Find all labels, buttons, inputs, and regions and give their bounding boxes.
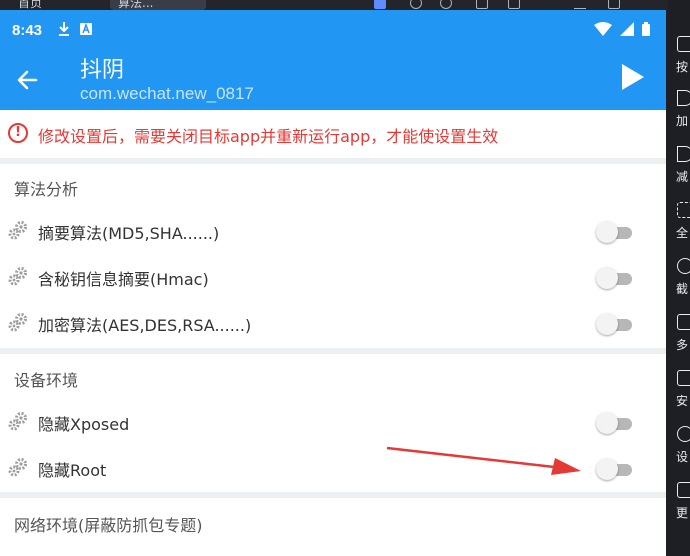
more-icon	[677, 482, 690, 498]
close-icon[interactable]	[640, 0, 652, 9]
download-icon	[59, 22, 69, 36]
app-bar: 8:43 抖阴 com.wechat.new_0817	[0, 10, 666, 110]
signal-icon	[620, 22, 634, 36]
gears-icon	[8, 412, 27, 431]
warning-text: 修改设置后，需要关闭目标app并重新运行app，才能使设置生效	[38, 127, 499, 146]
setting-label: 隐藏Xposed	[38, 415, 130, 434]
user-icon[interactable]	[440, 0, 452, 9]
gears-icon	[8, 221, 27, 240]
status-notifications	[58, 22, 92, 36]
fullscreen-icon	[677, 202, 690, 218]
battery-icon	[642, 22, 650, 36]
maximize-icon[interactable]	[608, 0, 620, 9]
section-header-device: 设备环境	[14, 371, 79, 390]
toolbar-keyboard[interactable]: 按	[668, 36, 690, 80]
apk-icon	[677, 370, 690, 386]
toggle-switch[interactable]	[596, 267, 634, 289]
emulator-window: 首页 算法... 8:43 抖阴 com.wechat.new_0817 ! 修…	[0, 0, 690, 556]
multi-window-icon	[677, 314, 690, 330]
toolbar-more[interactable]: 更	[668, 482, 690, 526]
tab-active-app[interactable]: 算法...	[110, 0, 206, 10]
toolbar-screenshot[interactable]: 截	[668, 258, 690, 302]
section-header-network: 网络环境(屏蔽防抓包专题)	[14, 516, 203, 535]
divider	[0, 492, 666, 498]
toggle-switch[interactable]	[596, 221, 634, 243]
settings-icon	[677, 426, 690, 442]
emulator-toolbar: 按 加 减 全 截 多 安 设 更	[668, 0, 690, 556]
volume-up-icon	[677, 90, 690, 106]
setting-row-encryption[interactable]: 加密算法(AES,DES,RSA......)	[0, 300, 666, 346]
setting-label: 隐藏Root	[38, 461, 107, 480]
menu-icon[interactable]	[508, 0, 520, 9]
window-icon[interactable]	[476, 0, 488, 9]
setting-row-hide-xposed[interactable]: 隐藏Xposed	[0, 399, 666, 445]
shortcut-icon[interactable]	[374, 0, 386, 9]
android-screen: 8:43 抖阴 com.wechat.new_0817 ! 修改设置后，需要关闭…	[0, 10, 666, 556]
alert-icon: !	[8, 123, 28, 143]
status-time: 8:43	[12, 22, 43, 39]
warning-banner: ! 修改设置后，需要关闭目标app并重新运行app，才能使设置生效	[0, 110, 666, 158]
toolbar-settings[interactable]: 设	[668, 426, 690, 470]
status-system-icons	[594, 22, 650, 36]
scissors-icon	[677, 258, 690, 274]
gears-icon	[8, 267, 27, 286]
toggle-switch[interactable]	[596, 458, 634, 480]
section-header-algorithm: 算法分析	[14, 180, 79, 199]
setting-row-hmac[interactable]: 含秘钥信息摘要(Hmac)	[0, 254, 666, 300]
tab-home[interactable]: 首页	[18, 0, 42, 10]
divider	[0, 348, 666, 354]
toolbar-volume-up[interactable]: 加	[668, 90, 690, 134]
a-badge-icon	[80, 23, 92, 35]
app-package-name: com.wechat.new_0817	[80, 84, 254, 103]
divider	[0, 158, 666, 164]
setting-label: 加密算法(AES,DES,RSA......)	[38, 316, 252, 335]
back-arrow-icon[interactable]	[14, 66, 42, 94]
wifi-icon	[594, 22, 612, 36]
emulator-tab-strip: 首页 算法...	[0, 0, 668, 10]
gears-icon	[8, 458, 27, 477]
toggle-switch[interactable]	[596, 313, 634, 335]
toolbar-multi-instance[interactable]: 多	[668, 314, 690, 358]
wallet-icon[interactable]	[410, 0, 422, 9]
app-title: 抖阴	[80, 58, 125, 83]
toolbar-volume-down[interactable]: 减	[668, 146, 690, 190]
play-icon[interactable]	[620, 62, 646, 92]
toggle-switch[interactable]	[596, 412, 634, 434]
volume-down-icon	[677, 146, 690, 162]
toolbar-install[interactable]: 安	[668, 370, 690, 414]
setting-row-hide-root[interactable]: 隐藏Root	[0, 445, 666, 491]
toolbar-fullscreen[interactable]: 全	[668, 202, 690, 246]
setting-label: 摘要算法(MD5,SHA......)	[38, 224, 220, 243]
setting-label: 含秘钥信息摘要(Hmac)	[38, 270, 209, 289]
gears-icon	[8, 313, 27, 332]
keyboard-icon	[677, 36, 690, 52]
setting-row-digest[interactable]: 摘要算法(MD5,SHA......)	[0, 208, 666, 254]
minimize-icon[interactable]	[574, 0, 586, 9]
